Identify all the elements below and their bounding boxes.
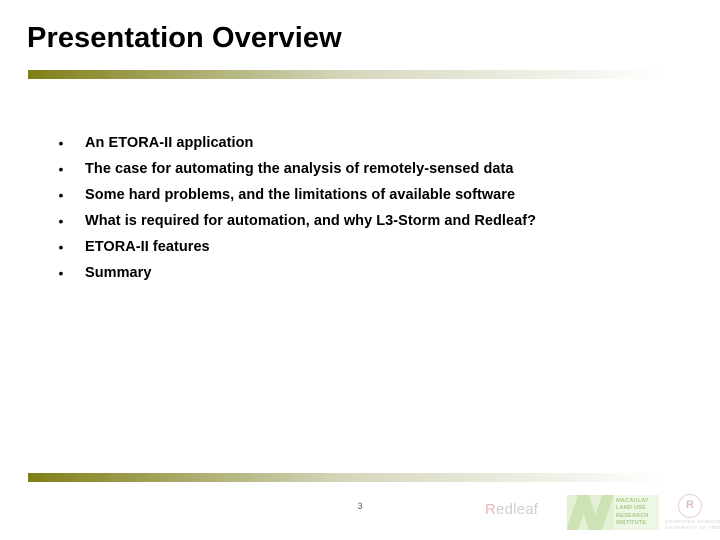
- list-item-label: Some hard problems, and the limitations …: [85, 187, 516, 203]
- bullet-dot-icon: •: [58, 161, 64, 177]
- redleaf-logo: Redleaf: [485, 501, 538, 518]
- partner-logo: R COMPUTER SCIENCE UNIVERSITY OF ABERDEE…: [665, 494, 720, 536]
- macaulay-logo: MACAULAY LAND USE RESEARCH INSTITUTE: [567, 495, 659, 530]
- list-item-label: Summary: [85, 265, 152, 281]
- macaulay-logo-line: INSTITUTE: [616, 519, 647, 526]
- list-item: • ETORA-II features: [52, 234, 692, 260]
- partner-logo-line: UNIVERSITY OF ABERDEEN: [665, 525, 720, 531]
- list-item: • Some hard problems, and the limitation…: [52, 182, 692, 208]
- page-number: 3: [357, 501, 363, 511]
- partner-logo-mark-icon: R: [678, 494, 702, 518]
- list-item-label: An ETORA-II application: [85, 135, 254, 151]
- page-title: Presentation Overview: [27, 22, 342, 54]
- macaulay-logo-line: MACAULAY: [616, 498, 649, 504]
- list-item: • Summary: [52, 260, 692, 286]
- footer-gradient-bar: [28, 473, 666, 482]
- slide-canvas: Presentation Overview • An ETORA-II appl…: [0, 0, 720, 540]
- title-rule-fill: [28, 70, 666, 79]
- bullet-list: • An ETORA-II application • The case for…: [52, 130, 692, 286]
- list-item-label: What is required for automation, and why…: [85, 213, 537, 229]
- macaulay-m-mark-icon: [567, 495, 614, 530]
- footer-rule-fill: [28, 473, 666, 482]
- title-underline-gradient-bar: [28, 70, 666, 79]
- macaulay-logo-text: MACAULAY LAND USE RESEARCH INSTITUTE: [614, 495, 659, 530]
- footer-logo-group: Redleaf MACAULAY LAND USE RESEARCH INSTI…: [480, 492, 720, 538]
- list-item: • The case for automating the analysis o…: [52, 156, 692, 182]
- redleaf-logo-initial: R: [485, 501, 497, 518]
- bullet-dot-icon: •: [58, 265, 64, 281]
- partner-logo-text: COMPUTER SCIENCE UNIVERSITY OF ABERDEEN: [665, 519, 720, 532]
- list-item-label: The case for automating the analysis of …: [85, 161, 514, 177]
- bullet-dot-icon: •: [58, 187, 64, 203]
- list-item: • What is required for automation, and w…: [52, 208, 692, 234]
- bullet-dot-icon: •: [58, 239, 64, 255]
- redleaf-logo-text: edleaf: [496, 501, 539, 518]
- list-item: • An ETORA-II application: [52, 130, 692, 156]
- bullet-dot-icon: •: [58, 135, 64, 151]
- macaulay-logo-line: RESEARCH: [616, 512, 649, 519]
- macaulay-logo-line: LAND USE: [616, 505, 646, 512]
- bullet-dot-icon: •: [58, 213, 64, 229]
- list-item-label: ETORA-II features: [85, 239, 210, 255]
